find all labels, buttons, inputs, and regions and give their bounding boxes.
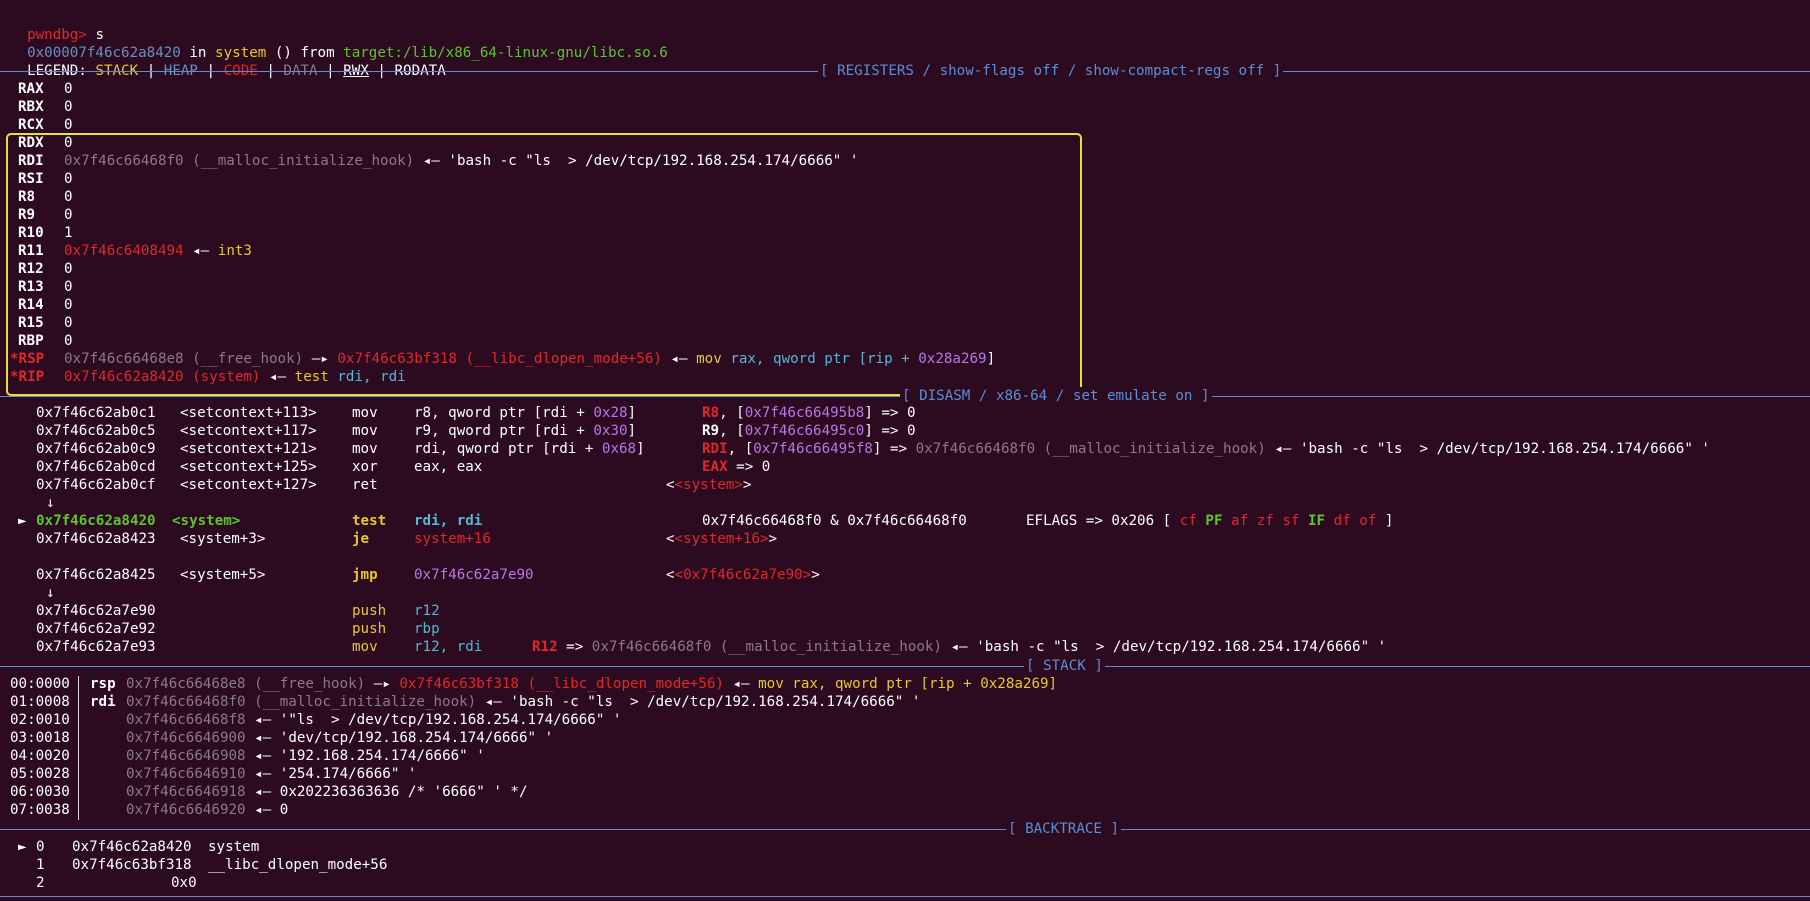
down-arrow-icon: ↓ (46, 585, 55, 601)
highlight-box (6, 133, 1082, 396)
ret-target: <<system>> (666, 477, 752, 493)
registers-section-header: [ REGISTERS / show-flags off / show-comp… (0, 62, 1810, 80)
legend-line: LEGEND: STACK | HEAP | CODE | DATA | RWX… (27, 63, 446, 79)
current-instruction-marker: ► (18, 513, 27, 529)
backtrace-section-header: [ BACKTRACE ] (0, 820, 1810, 838)
bottom-rule (0, 896, 1810, 897)
current-frame-marker: ► (18, 839, 27, 855)
eflags-readout: EFLAGS => 0x206 [ cf PF af zf sf IF df o… (1026, 513, 1394, 529)
register-rcx: RCX 0 (18, 117, 73, 133)
down-arrow-icon: ↓ (46, 495, 55, 511)
disasm-section-header: [ DISASM / x86-64 / set emulate on ] (0, 387, 1810, 405)
stack-section-header: [ STACK ] (0, 657, 1810, 675)
command-line[interactable]: pwndbg> s (10, 8, 104, 43)
register-rax: RAX 0 (18, 81, 73, 97)
register-rbx: RBX 0 (18, 99, 73, 115)
stack-divider (78, 676, 79, 820)
location-line: 0x00007f46c62a8420 in system () from tar… (27, 45, 668, 61)
